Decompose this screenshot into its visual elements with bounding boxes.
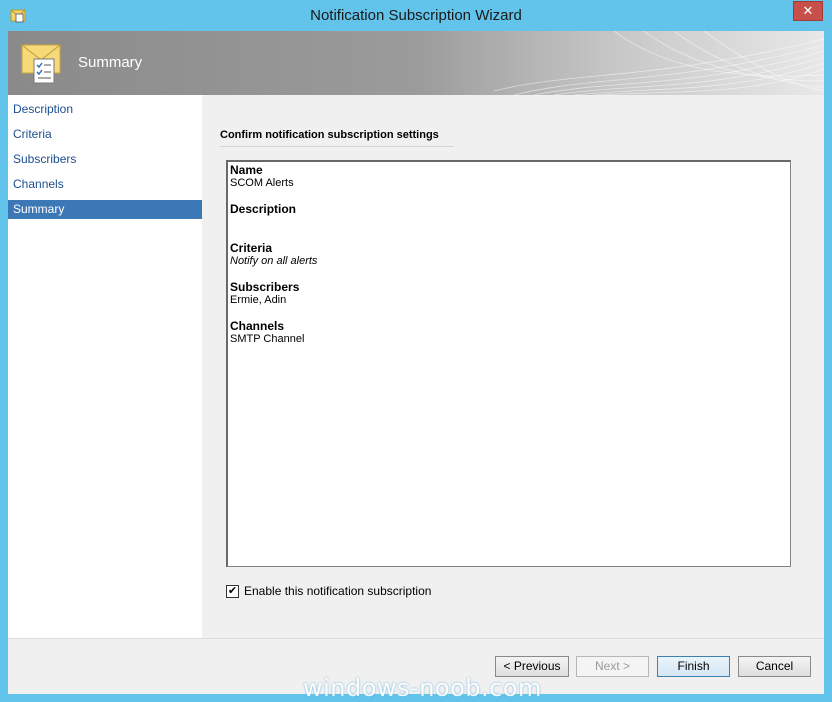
- wizard-nav: Description Criteria Subscribers Channel…: [8, 95, 202, 638]
- cancel-button[interactable]: Cancel: [738, 656, 811, 677]
- criteria-label: Criteria: [230, 241, 273, 255]
- nav-item-summary[interactable]: Summary: [8, 200, 202, 219]
- subscribers-value: Ermie, Adin: [230, 294, 287, 306]
- finish-button[interactable]: Finish: [657, 656, 730, 677]
- section-heading: Confirm notification subscription settin…: [220, 129, 439, 141]
- enable-subscription-label[interactable]: Enable this notification subscription: [244, 584, 431, 598]
- nav-item-description[interactable]: Description: [8, 100, 202, 119]
- wizard-window: Notification Subscription Wizard ✕ Summa…: [0, 0, 832, 702]
- summary-text-box[interactable]: Name SCOM Alerts Description Criteria No…: [226, 160, 791, 567]
- nav-item-channels[interactable]: Channels: [8, 175, 202, 194]
- window-title: Notification Subscription Wizard: [310, 7, 522, 24]
- wizard-header: Summary: [8, 31, 824, 95]
- title-bar[interactable]: Notification Subscription Wizard ✕: [0, 0, 832, 31]
- watermark-text: windows-noob.com: [303, 674, 542, 702]
- name-value: SCOM Alerts: [230, 177, 294, 189]
- header-wave-decoration: [494, 31, 824, 95]
- nav-item-criteria[interactable]: Criteria: [8, 125, 202, 144]
- channels-value: SMTP Channel: [230, 333, 305, 345]
- footer-divider: [8, 638, 824, 639]
- next-button[interactable]: Next >: [576, 656, 649, 677]
- description-label: Description: [230, 202, 297, 216]
- summary-page: Confirm notification subscription settin…: [202, 95, 824, 638]
- nav-item-subscribers[interactable]: Subscribers: [8, 150, 202, 169]
- subscribers-label: Subscribers: [230, 280, 300, 294]
- page-title: Summary: [78, 54, 143, 71]
- criteria-value: Notify on all alerts: [230, 255, 318, 267]
- enable-subscription-checkbox[interactable]: ✔: [226, 584, 239, 598]
- checkmark-icon: ✔: [227, 584, 238, 597]
- name-label: Name: [230, 163, 263, 177]
- channels-label: Channels: [230, 319, 285, 333]
- enable-subscription-row[interactable]: ✔ Enable this notification subscription: [226, 583, 431, 599]
- envelope-checklist-icon: [21, 44, 61, 84]
- close-icon: ✕: [802, 3, 814, 18]
- wizard-client-area: Summary Description Criteria Subscribers…: [8, 31, 824, 694]
- section-divider: [220, 146, 454, 147]
- close-button[interactable]: ✕: [793, 1, 823, 21]
